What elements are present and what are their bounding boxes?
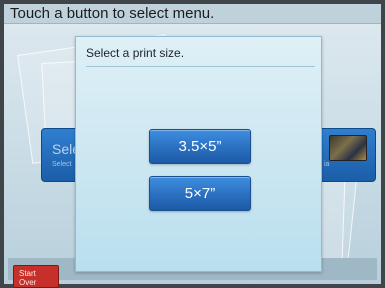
menu-button-subtitle: Select: [52, 161, 72, 168]
header-bar: Touch a button to select menu.: [4, 4, 381, 24]
dialog-title: Select a print size.: [86, 46, 185, 60]
print-size-5x7-button[interactable]: 5×7”: [149, 176, 251, 211]
photo-stack-icon: [329, 135, 367, 161]
menu-button-subtitle: ia: [324, 161, 330, 168]
print-size-3-5x5-button[interactable]: 3.5×5”: [149, 129, 251, 164]
start-over-label-line2: Over: [19, 278, 37, 287]
start-over-label-line1: Start: [19, 269, 36, 278]
start-over-button[interactable]: Start Over: [13, 265, 59, 288]
print-size-dialog: Select a print size. 3.5×5” 5×7”: [75, 36, 322, 272]
dialog-divider: [86, 66, 315, 67]
screen-title: Touch a button to select menu.: [10, 5, 215, 22]
